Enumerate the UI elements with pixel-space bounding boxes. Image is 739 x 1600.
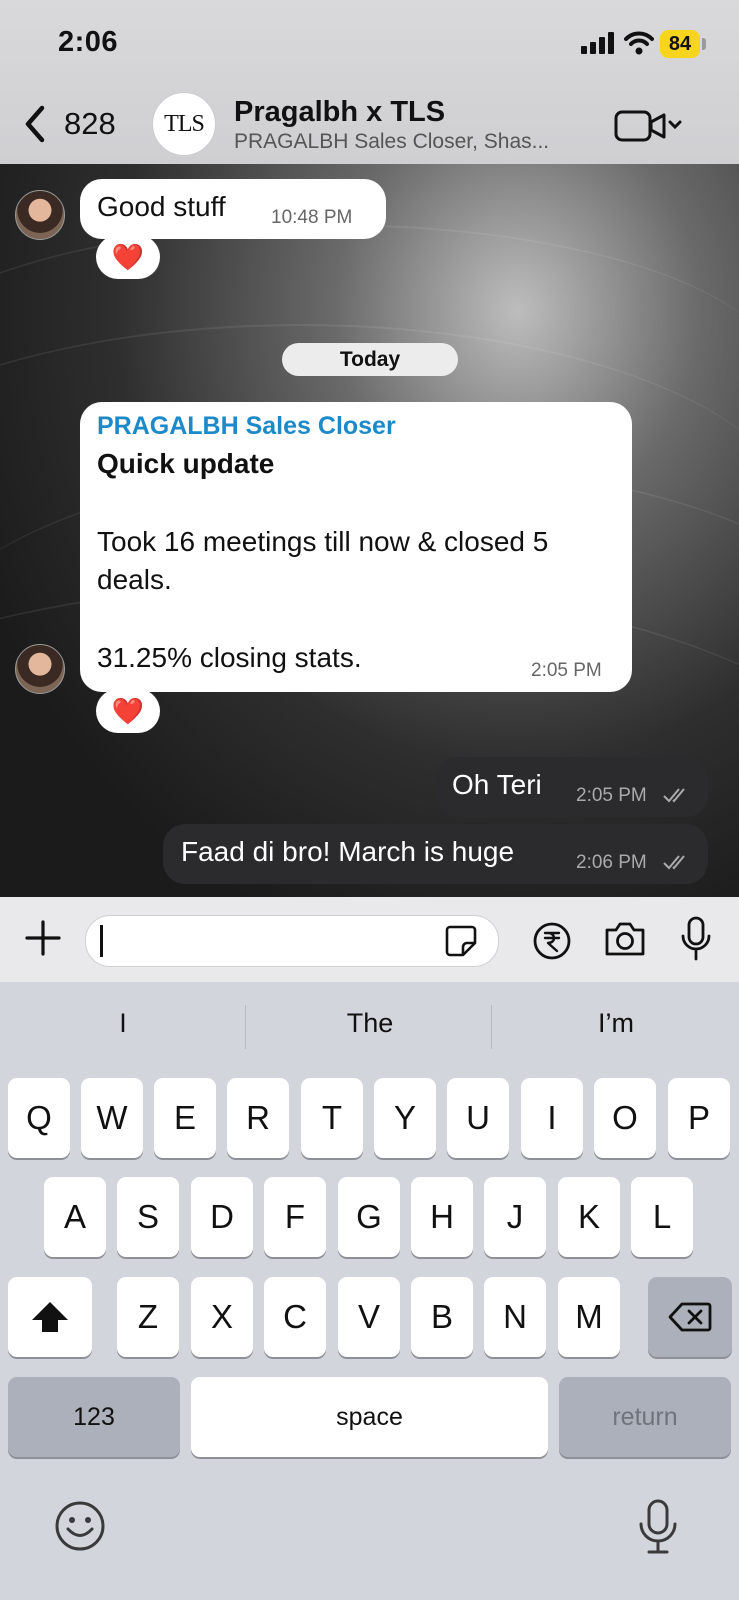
key-d[interactable]: D	[191, 1177, 253, 1257]
shift-icon	[32, 1302, 68, 1332]
key-a[interactable]: A	[44, 1177, 106, 1257]
reaction-badge[interactable]: ❤️	[96, 235, 160, 279]
chat-title[interactable]: Pragalbh x TLS	[234, 96, 445, 129]
message-time: 2:05 PM	[531, 660, 602, 681]
double-check-icon	[663, 855, 685, 870]
key-j[interactable]: J	[484, 1177, 546, 1257]
message-input[interactable]	[85, 915, 499, 967]
heart-reaction-icon: ❤️	[111, 241, 145, 272]
suggestion-divider	[491, 1005, 492, 1049]
sender-avatar[interactable]	[15, 190, 65, 240]
plus-icon[interactable]	[24, 919, 62, 957]
reaction-badge[interactable]: ❤️	[96, 689, 160, 733]
key-f[interactable]: F	[264, 1177, 326, 1257]
wifi-icon	[624, 31, 654, 55]
return-key[interactable]: return	[559, 1377, 731, 1457]
shift-key[interactable]	[8, 1277, 92, 1357]
group-avatar[interactable]: TLS	[152, 92, 216, 156]
key-e[interactable]: E	[154, 1078, 216, 1158]
key-x[interactable]: X	[191, 1277, 253, 1357]
message-text-line: 31.25% closing stats.	[97, 642, 362, 673]
double-check-icon	[663, 788, 685, 803]
video-call-icon[interactable]	[614, 108, 686, 144]
key-n[interactable]: N	[484, 1277, 546, 1357]
key-y[interactable]: Y	[374, 1078, 436, 1158]
message-time: 2:05 PM	[576, 785, 647, 806]
status-time: 2:06	[58, 26, 119, 58]
key-q[interactable]: Q	[8, 1078, 70, 1158]
message-time: 2:06 PM	[576, 852, 647, 873]
message-text: Oh Teri	[452, 769, 542, 800]
message-title: Quick update	[97, 448, 275, 479]
message-bubble-outgoing[interactable]: Faad di bro! March is huge 2:06 PM	[163, 824, 708, 884]
camera-icon[interactable]	[603, 920, 647, 958]
key-w[interactable]: W	[81, 1078, 143, 1158]
date-separator: Today	[282, 343, 458, 376]
numbers-key[interactable]: 123	[8, 1377, 180, 1457]
key-s[interactable]: S	[117, 1177, 179, 1257]
chevron-left-icon[interactable]	[22, 104, 48, 144]
message-text-line: deals.	[97, 564, 172, 595]
key-i[interactable]: I	[521, 1078, 583, 1158]
message-text: Faad di bro! March is huge	[181, 836, 515, 867]
chat-subtitle[interactable]: PRAGALBH Sales Closer, Shas...	[234, 130, 549, 154]
message-text-line: Took 16 meetings till now & closed 5	[97, 526, 549, 557]
backspace-icon	[668, 1302, 712, 1332]
key-v[interactable]: V	[338, 1277, 400, 1357]
key-u[interactable]: U	[447, 1078, 509, 1158]
rupee-payment-icon[interactable]	[532, 921, 572, 961]
key-k[interactable]: K	[558, 1177, 620, 1257]
message-bubble-incoming[interactable]: PRAGALBH Sales Closer Quick update Took …	[80, 402, 632, 692]
suggestion-divider	[245, 1005, 246, 1049]
key-c[interactable]: C	[264, 1277, 326, 1357]
sender-avatar[interactable]	[15, 644, 65, 694]
cellular-signal-icon	[581, 32, 614, 54]
delete-key[interactable]	[648, 1277, 732, 1357]
message-bubble-outgoing[interactable]: Oh Teri 2:05 PM	[436, 757, 708, 817]
heart-reaction-icon: ❤️	[111, 695, 145, 726]
message-time: 10:48 PM	[271, 207, 353, 228]
space-key[interactable]: space	[191, 1377, 548, 1457]
suggestion-item[interactable]: I’m	[536, 1008, 696, 1039]
group-avatar-text: TLS	[164, 110, 205, 137]
message-sender-name: PRAGALBH Sales Closer	[97, 412, 396, 440]
battery-indicator: 84	[660, 30, 700, 58]
key-l[interactable]: L	[631, 1177, 693, 1257]
message-bubble-incoming[interactable]: Good stuff 10:48 PM	[80, 179, 386, 239]
message-text: Good stuff	[97, 191, 226, 222]
key-t[interactable]: T	[301, 1078, 363, 1158]
microphone-icon[interactable]	[680, 916, 712, 962]
battery-tip	[702, 38, 706, 50]
back-unread-count[interactable]: 828	[64, 106, 116, 142]
suggestion-item[interactable]: I	[43, 1008, 203, 1039]
key-o[interactable]: O	[594, 1078, 656, 1158]
key-g[interactable]: G	[338, 1177, 400, 1257]
sticker-icon[interactable]	[444, 924, 478, 958]
key-r[interactable]: R	[227, 1078, 289, 1158]
key-b[interactable]: B	[411, 1277, 473, 1357]
key-m[interactable]: M	[558, 1277, 620, 1357]
dictation-microphone-icon[interactable]	[637, 1498, 679, 1556]
emoji-icon[interactable]	[54, 1500, 106, 1552]
key-p[interactable]: P	[668, 1078, 730, 1158]
key-z[interactable]: Z	[117, 1277, 179, 1357]
suggestion-item[interactable]: The	[290, 1008, 450, 1039]
text-caret	[100, 925, 103, 957]
key-h[interactable]: H	[411, 1177, 473, 1257]
